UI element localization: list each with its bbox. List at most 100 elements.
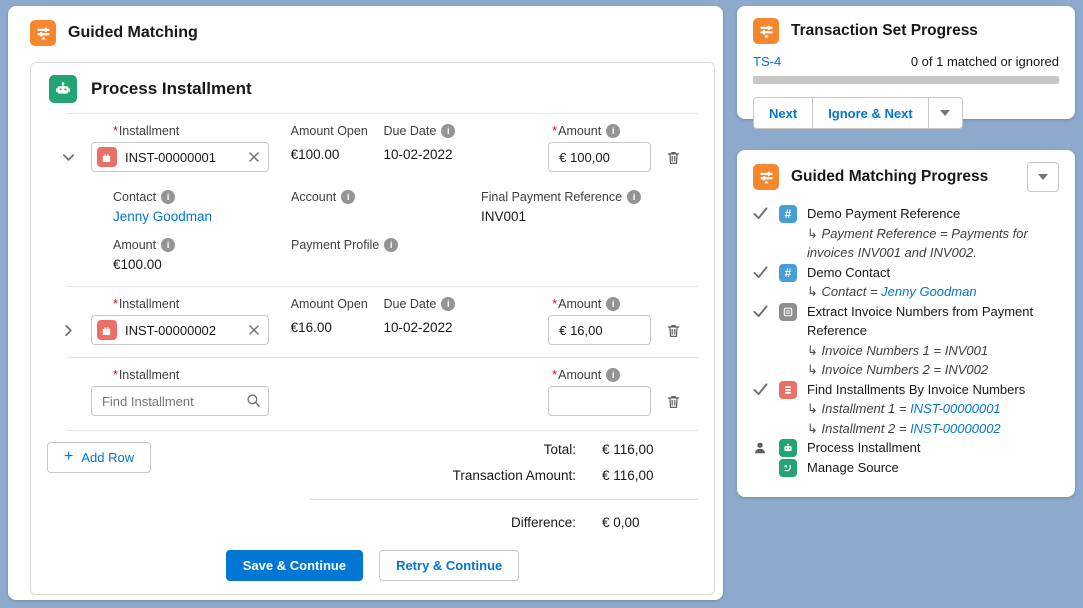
- transaction-amount-value: € 116,00: [602, 468, 698, 483]
- matched-status-text: 0 of 1 matched or ignored: [911, 54, 1059, 69]
- chevron-down-icon: [61, 150, 76, 165]
- add-row-button[interactable]: + Add Row: [47, 442, 151, 473]
- check-icon: [753, 204, 769, 220]
- more-actions-dropdown-button[interactable]: [928, 98, 962, 128]
- amount-input[interactable]: [548, 386, 651, 416]
- progress-step: # Demo Contact ↳ Contact = Jenny Goodman: [753, 263, 1059, 302]
- text-icon: [779, 303, 797, 321]
- chevron-right-icon: [61, 323, 76, 338]
- guided-matching-title: Guided Matching: [68, 24, 198, 42]
- bot-icon: [49, 75, 77, 103]
- info-icon[interactable]: i: [606, 124, 620, 138]
- database-icon: [779, 381, 797, 399]
- step-result: ↳ Contact = Jenny Goodman: [807, 282, 1059, 302]
- result-arrow-icon: ↳: [807, 421, 818, 436]
- installment-pill[interactable]: INST-00000002: [91, 315, 269, 345]
- info-icon[interactable]: i: [341, 190, 355, 204]
- amount-open-label: Amount Open: [291, 124, 381, 138]
- guided-matching-progress-title: Guided Matching Progress: [791, 168, 988, 186]
- installment-row-2: *Installment Amount Open Due Datei *Amou…: [31, 287, 714, 357]
- delete-row-button[interactable]: [666, 386, 698, 410]
- progress-step: Find Installments By Invoice Numbers ↳ I…: [753, 380, 1059, 439]
- installment-details: Contacti Jenny Goodman Accounti Final Pa…: [31, 176, 714, 274]
- amount-open-value: €100.00: [291, 145, 340, 162]
- installment-row-3: *Installment *Amounti: [31, 358, 714, 430]
- clear-icon[interactable]: [248, 151, 260, 163]
- guided-matching-progress-icon: [753, 164, 779, 190]
- check-icon: [753, 380, 769, 396]
- trash-icon: [666, 323, 681, 339]
- step-result: ↳ Payment Reference = Payments for invoi…: [807, 224, 1059, 263]
- due-date-label: Due Datei: [383, 297, 533, 311]
- result-link[interactable]: Jenny Goodman: [881, 284, 976, 299]
- delete-row-button[interactable]: [666, 142, 698, 166]
- difference-label: Difference:: [310, 515, 576, 530]
- hash-icon: #: [779, 205, 797, 223]
- trash-icon: [666, 150, 681, 166]
- transaction-set-link[interactable]: TS-4: [753, 54, 781, 69]
- amount-label: *Amounti: [548, 368, 651, 382]
- step-result: ↳ Installment 1 = INST-00000001: [807, 399, 1059, 419]
- transaction-set-progress-title: Transaction Set Progress: [791, 22, 978, 40]
- info-icon[interactable]: i: [606, 297, 620, 311]
- result-link[interactable]: INST-00000001: [910, 401, 1001, 416]
- step-status-empty: [753, 458, 769, 461]
- step-label: Extract Invoice Numbers from Payment Ref…: [807, 302, 1059, 341]
- info-icon[interactable]: i: [606, 368, 620, 382]
- clear-icon[interactable]: [248, 324, 260, 336]
- search-icon[interactable]: [246, 393, 261, 408]
- step-label: Find Installments By Invoice Numbers: [807, 380, 1059, 400]
- progress-step: # Demo Payment Reference ↳ Payment Refer…: [753, 204, 1059, 263]
- find-installment-input[interactable]: [91, 386, 269, 416]
- info-icon[interactable]: i: [161, 190, 175, 204]
- expand-row-chevron[interactable]: [47, 315, 91, 338]
- installment-record-icon: [97, 147, 117, 167]
- due-date-value: 10-02-2022: [383, 318, 452, 335]
- check-icon: [753, 302, 769, 318]
- totals-section: + Add Row Total: € 116,00 Transaction Am…: [31, 431, 714, 541]
- contact-label: Contacti: [113, 190, 291, 204]
- collapse-row-chevron[interactable]: [47, 142, 91, 165]
- payment-profile-value: [291, 257, 481, 274]
- result-arrow-icon: ↳: [807, 284, 818, 299]
- info-icon[interactable]: i: [627, 190, 641, 204]
- transaction-set-progress-icon: [753, 18, 779, 44]
- save-continue-button[interactable]: Save & Continue: [226, 550, 363, 581]
- info-icon[interactable]: i: [441, 124, 455, 138]
- contact-link[interactable]: Jenny Goodman: [113, 209, 212, 224]
- trash-icon: [666, 394, 681, 410]
- step-result: ↳ Installment 2 = INST-00000002: [807, 419, 1059, 439]
- amount-input[interactable]: [548, 142, 651, 172]
- total-value: € 116,00: [602, 442, 698, 457]
- delete-row-button[interactable]: [666, 315, 698, 339]
- guided-matching-progress-header: Guided Matching Progress: [753, 162, 1059, 192]
- progress-steps-list: # Demo Payment Reference ↳ Payment Refer…: [753, 204, 1059, 477]
- detail-amount-value: €100.00: [113, 257, 291, 274]
- account-value: [291, 209, 481, 226]
- check-icon: [753, 263, 769, 279]
- final-payment-reference-label: Final Payment Referencei: [481, 190, 698, 204]
- result-link[interactable]: INST-00000002: [910, 421, 1001, 436]
- installment-pill[interactable]: INST-00000001: [91, 142, 269, 172]
- process-installment-header: Process Installment: [31, 63, 714, 113]
- amount-input[interactable]: [548, 315, 651, 345]
- progress-bar: [753, 76, 1059, 84]
- installment-record-icon: [97, 320, 117, 340]
- retry-continue-button[interactable]: Retry & Continue: [379, 550, 519, 581]
- progress-step: Process Installment: [753, 438, 1059, 458]
- progress-dropdown-button[interactable]: [1027, 162, 1059, 192]
- info-icon[interactable]: i: [441, 297, 455, 311]
- due-date-value: 10-02-2022: [383, 145, 452, 162]
- next-button[interactable]: Next: [754, 98, 812, 128]
- plus-icon: +: [64, 449, 73, 465]
- info-icon[interactable]: i: [161, 238, 175, 252]
- step-label: Process Installment: [807, 438, 1059, 458]
- amount-open-value: €16.00: [291, 318, 332, 335]
- form-actions: Save & Continue Retry & Continue: [31, 550, 714, 581]
- progress-step: Manage Source: [753, 458, 1059, 478]
- info-icon[interactable]: i: [384, 238, 398, 252]
- result-arrow-icon: ↳: [807, 362, 818, 377]
- step-label: Demo Payment Reference: [807, 204, 1059, 224]
- step-label: Demo Contact: [807, 263, 1059, 283]
- ignore-and-next-button[interactable]: Ignore & Next: [812, 98, 928, 128]
